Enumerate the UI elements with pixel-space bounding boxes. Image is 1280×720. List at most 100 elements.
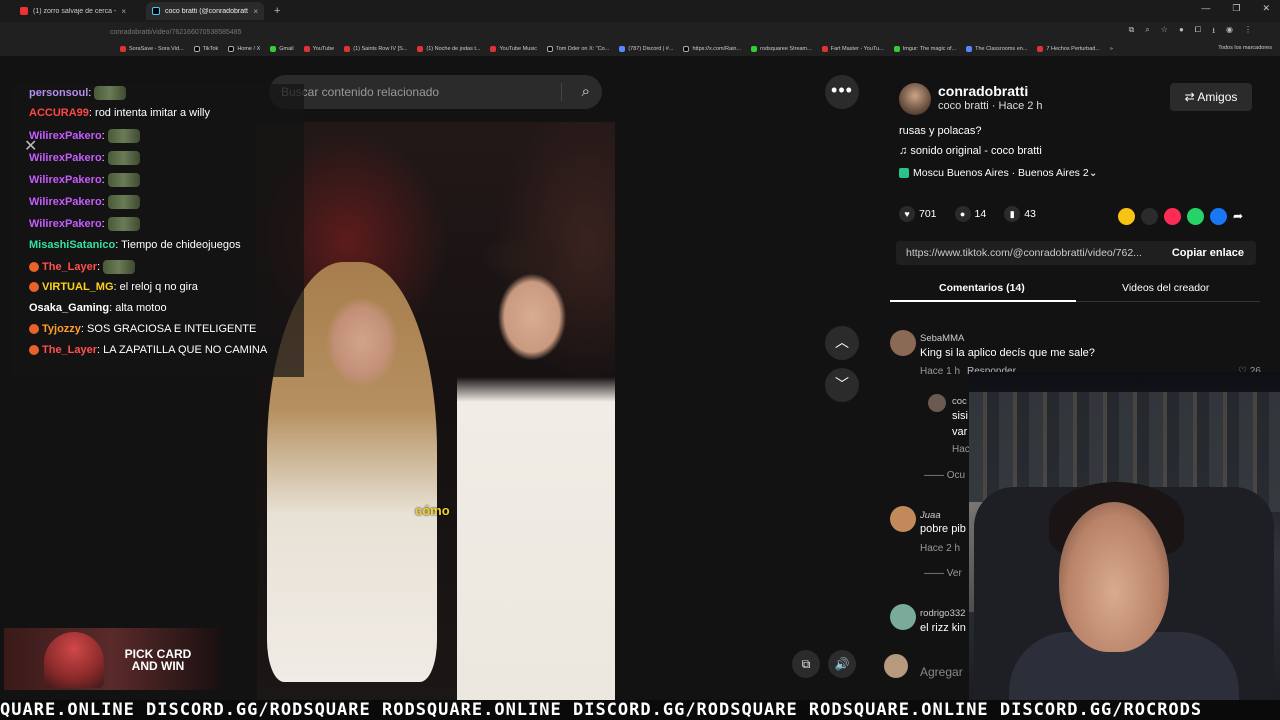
close-window-button[interactable]: ✕ [1262, 3, 1270, 14]
chat-username[interactable]: Tyjozzy [42, 323, 81, 335]
chat-username[interactable]: WilirexPakero [29, 196, 102, 208]
comment-username[interactable]: rodrigo332 [920, 608, 965, 619]
cast-icon[interactable]: ⧉ [1129, 25, 1135, 39]
repost-icon[interactable] [1118, 208, 1135, 225]
avatar[interactable] [890, 506, 916, 532]
avatar[interactable] [890, 330, 916, 356]
embed-icon[interactable] [1141, 208, 1158, 225]
author-username[interactable]: conradobratti [938, 83, 1028, 99]
chat-username[interactable]: WilirexPakero [29, 218, 102, 230]
bookmark-item[interactable]: https://x.com/Rain... [683, 46, 741, 52]
video-link-url[interactable]: https://www.tiktok.com/@conradobratti/vi… [906, 247, 1142, 259]
new-tab-button[interactable]: + [274, 5, 280, 17]
avatar[interactable] [928, 394, 946, 412]
chat-username[interactable]: WilirexPakero [29, 174, 102, 186]
comment-username[interactable]: SebaMMA [920, 333, 964, 344]
previous-video-button[interactable]: ︿ [825, 326, 859, 360]
next-video-button[interactable]: ﹀ [825, 368, 859, 402]
like-button[interactable]: ♥ 701 [899, 206, 937, 222]
bookmark-label: Imgur: The magic of... [902, 46, 957, 52]
share-arrow-icon[interactable]: ➦ [1233, 208, 1250, 225]
chat-username[interactable]: WilirexPakero [29, 130, 102, 142]
chat-username[interactable]: WilirexPakero [29, 152, 102, 164]
close-icon[interactable]: × [253, 7, 258, 16]
bookmark-item[interactable]: SoraSave - Sora Vid... [120, 46, 184, 52]
bookmark-item[interactable]: Fart Master - YouTu... [821, 46, 884, 52]
view-replies-button[interactable]: —— Ver [924, 568, 962, 579]
whatsapp-icon[interactable] [1187, 208, 1204, 225]
save-button[interactable]: ▮ 43 [1004, 206, 1036, 222]
youtube-icon [20, 7, 28, 15]
all-bookmarks-button[interactable]: Todos los marcadores [1218, 45, 1272, 51]
close-icon[interactable]: × [121, 7, 126, 16]
chat-username[interactable]: VIRTUAL_MG [42, 281, 114, 293]
comment-username[interactable]: Juaa [920, 510, 941, 521]
chat-username[interactable]: ACCURA99 [29, 107, 89, 119]
bookmark-item[interactable]: YouTube [303, 46, 334, 52]
menu-icon[interactable]: ⋮ [1244, 25, 1252, 39]
bookmark-item[interactable]: Tom Dder on X: "Co... [547, 46, 609, 52]
copy-link-button[interactable]: Copiar enlace [1172, 247, 1244, 259]
video-link-field[interactable]: https://www.tiktok.com/@conradobratti/vi… [896, 241, 1256, 265]
url-text[interactable]: conradobratti/video/762166070538585485 [110, 29, 242, 36]
address-bar[interactable]: conradobratti/video/762166070538585485 ⧉… [0, 22, 1280, 42]
bookmark-item[interactable]: Imgur: The magic of... [893, 46, 957, 52]
star-icon[interactable]: ☆ [1161, 25, 1168, 39]
search-input[interactable]: Buscar contenido relacionado ⌕ [269, 75, 602, 109]
bookmark-item[interactable]: Gmail [270, 46, 294, 52]
bookmark-favicon-icon [821, 46, 828, 52]
tab-creator-videos[interactable]: Videos del creador [1122, 282, 1209, 294]
hide-replies-button[interactable]: —— Ocu [924, 470, 965, 481]
chat-username[interactable]: MisashiSatanico [29, 239, 115, 251]
comment-username[interactable]: coc [952, 396, 967, 407]
chat-username[interactable]: The_Layer [42, 261, 97, 273]
location-more-count[interactable]: 2⌄ [1083, 167, 1098, 179]
bookmark-item[interactable]: Home / X [228, 46, 260, 52]
location-link[interactable]: Moscu Buenos Aires · Buenos Aires 2⌄ [899, 167, 1098, 179]
bookmark-item[interactable]: The Classrooms en... [966, 46, 1027, 52]
bookmark-item[interactable]: (1) Saints Row IV [S... [344, 46, 407, 52]
bookmark-item[interactable]: rodsquaree Stream... [751, 46, 812, 52]
comment-text-line2: var [952, 426, 968, 438]
volume-button[interactable]: 🔊 [828, 650, 856, 678]
search-icon[interactable]: ⌕ [582, 83, 590, 100]
bookmark-item[interactable]: 7 Hechos Perturbad... [1037, 46, 1100, 52]
facebook-icon[interactable] [1210, 208, 1227, 225]
bookmark-label: (1) Noche de jodas t... [426, 46, 481, 52]
sound-link[interactable]: ♫ sonido original - coco bratti [899, 145, 1042, 157]
bookmark-item[interactable]: TikTok [193, 46, 218, 52]
send-icon[interactable] [1164, 208, 1181, 225]
comment-button[interactable]: ● 14 [954, 206, 987, 222]
maximize-button[interactable]: ❐ [1232, 3, 1240, 14]
chat-username[interactable]: The_Layer [42, 344, 97, 356]
video-player[interactable] [257, 122, 615, 700]
bookmark-favicon-icon [303, 46, 310, 52]
avatar[interactable] [899, 83, 931, 115]
chat-badge-icon [29, 262, 39, 272]
avatar[interactable] [890, 604, 916, 630]
zoom-icon[interactable]: ⌕ [1145, 25, 1149, 39]
pip-button[interactable]: ⧉ [792, 650, 820, 678]
minimize-button[interactable]: — [1201, 3, 1210, 14]
comments-count: 14 [974, 208, 987, 220]
extension-icon[interactable]: ● [1179, 25, 1184, 39]
tab-tiktok[interactable]: coco bratti (@conradobratti × [146, 2, 264, 20]
bookmark-item[interactable]: (787) Discord | #... [619, 46, 673, 52]
close-icon[interactable]: ✕ [24, 136, 37, 156]
bookmarks-overflow-button[interactable]: » [1110, 46, 1113, 52]
more-options-button[interactable]: ••• [825, 75, 859, 109]
chat-username[interactable]: personsoul [29, 87, 88, 99]
chat-username[interactable]: Osaka_Gaming [29, 302, 109, 314]
chat-text: alta motoo [115, 302, 167, 314]
download-icon[interactable]: ⭳ [1212, 25, 1215, 39]
bookmark-item[interactable]: (1) Noche de jodas t... [417, 46, 480, 52]
bookmark-label: Gmail [279, 46, 294, 52]
chat-text: LA ZAPATILLA QUE NO CAMINA [103, 344, 268, 356]
puzzle-icon[interactable]: ⧠ [1195, 25, 1201, 39]
tab-youtube[interactable]: (1) zorro salvaje de cerca - YouT × [14, 2, 132, 20]
add-comment-input[interactable]: Agregar [920, 665, 963, 679]
bookmark-item[interactable]: YouTube Music [490, 46, 537, 52]
tab-comments[interactable]: Comentarios (14) [939, 282, 1025, 294]
profile-icon[interactable]: ◉ [1226, 25, 1233, 39]
friends-button[interactable]: ⇄ Amigos [1170, 83, 1252, 111]
